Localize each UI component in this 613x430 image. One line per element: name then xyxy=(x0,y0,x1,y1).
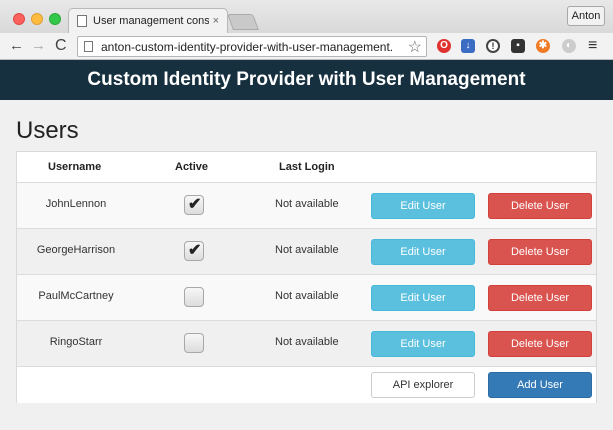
delete-user-button[interactable]: Delete User xyxy=(488,193,592,219)
browser-titlebar: User management console × Anton xyxy=(0,0,613,33)
edit-user-button[interactable]: Edit User xyxy=(371,285,475,311)
page-icon xyxy=(77,15,87,27)
checkmark-icon: ✔ xyxy=(188,242,202,259)
table-row: PaulMcCartney Not available Edit User De… xyxy=(17,275,596,321)
forward-icon[interactable]: → xyxy=(31,36,46,56)
table-header: Username Active Last Login xyxy=(17,152,596,183)
table-row: RingoStarr Not available Edit User Delet… xyxy=(17,321,596,367)
column-header-active: Active xyxy=(175,161,209,173)
checkmark-icon: ✔ xyxy=(188,196,202,213)
navbar-title: Custom Identity Provider with User Manag… xyxy=(87,69,526,90)
grey-extension-icon[interactable]: ◐ xyxy=(562,39,576,53)
download-icon[interactable]: ↓ xyxy=(461,39,475,53)
window-close-button[interactable] xyxy=(13,13,25,25)
reload-icon[interactable]: C xyxy=(55,36,67,56)
active-checkbox[interactable]: ✔ xyxy=(184,195,204,215)
last-login-cell: Not available xyxy=(275,198,339,210)
table-row: GeorgeHarrison ✔ Not available Edit User… xyxy=(17,229,596,275)
delete-user-button[interactable]: Delete User xyxy=(488,285,592,311)
table-footer: API explorer Add User xyxy=(17,367,596,403)
window-minimize-button[interactable] xyxy=(31,13,43,25)
page-title: Users xyxy=(16,117,79,144)
browser-toolbar: ← → C anton-custom-identity-provider-wit… xyxy=(0,33,613,60)
address-bar[interactable]: anton-custom-identity-provider-with-user… xyxy=(77,36,427,57)
page-content: Users Username Active Last Login JohnLen… xyxy=(0,100,613,430)
last-login-cell: Not available xyxy=(275,290,339,302)
last-login-cell: Not available xyxy=(275,336,339,348)
info-icon[interactable]: ! xyxy=(486,39,500,53)
username-cell: RingoStarr xyxy=(49,336,103,348)
username-cell: GeorgeHarrison xyxy=(36,244,116,256)
delete-user-button[interactable]: Delete User xyxy=(488,331,592,357)
edit-user-button[interactable]: Edit User xyxy=(371,193,475,219)
orange-extension-icon[interactable]: ✱ xyxy=(536,39,550,53)
table-row: JohnLennon ✔ Not available Edit User Del… xyxy=(17,183,596,229)
username-cell: PaulMcCartney xyxy=(38,290,114,302)
delete-user-button[interactable]: Delete User xyxy=(488,239,592,265)
profile-button[interactable]: Anton xyxy=(567,6,605,26)
edit-user-button[interactable]: Edit User xyxy=(371,239,475,265)
new-tab-button[interactable] xyxy=(227,14,259,30)
tab-close-icon[interactable]: × xyxy=(213,15,219,27)
browser-tab[interactable]: User management console × xyxy=(68,8,228,33)
add-user-button[interactable]: Add User xyxy=(488,372,592,398)
users-table: Username Active Last Login JohnLennon ✔ … xyxy=(16,151,597,403)
address-url[interactable]: anton-custom-identity-provider-with-user… xyxy=(101,40,401,54)
menu-icon[interactable]: ≡ xyxy=(588,36,597,56)
active-checkbox[interactable]: ✔ xyxy=(184,241,204,261)
opera-icon[interactable]: O xyxy=(437,39,451,53)
edit-user-button[interactable]: Edit User xyxy=(371,331,475,357)
back-icon[interactable]: ← xyxy=(9,36,24,56)
column-header-username: Username xyxy=(48,161,102,173)
username-cell: JohnLennon xyxy=(45,198,107,210)
app-navbar: Custom Identity Provider with User Manag… xyxy=(0,60,613,100)
bookmark-star-icon[interactable]: ☆ xyxy=(408,37,422,57)
active-checkbox[interactable] xyxy=(184,333,204,353)
media-icon[interactable]: ▪ xyxy=(511,39,525,53)
api-explorer-button[interactable]: API explorer xyxy=(371,372,475,398)
column-header-last-login: Last Login xyxy=(279,161,335,173)
web-page: Custom Identity Provider with User Manag… xyxy=(0,60,613,430)
active-checkbox[interactable] xyxy=(184,287,204,307)
last-login-cell: Not available xyxy=(275,244,339,256)
window-maximize-button[interactable] xyxy=(49,13,61,25)
page-icon xyxy=(84,41,93,52)
tab-title: User management console xyxy=(93,15,209,27)
